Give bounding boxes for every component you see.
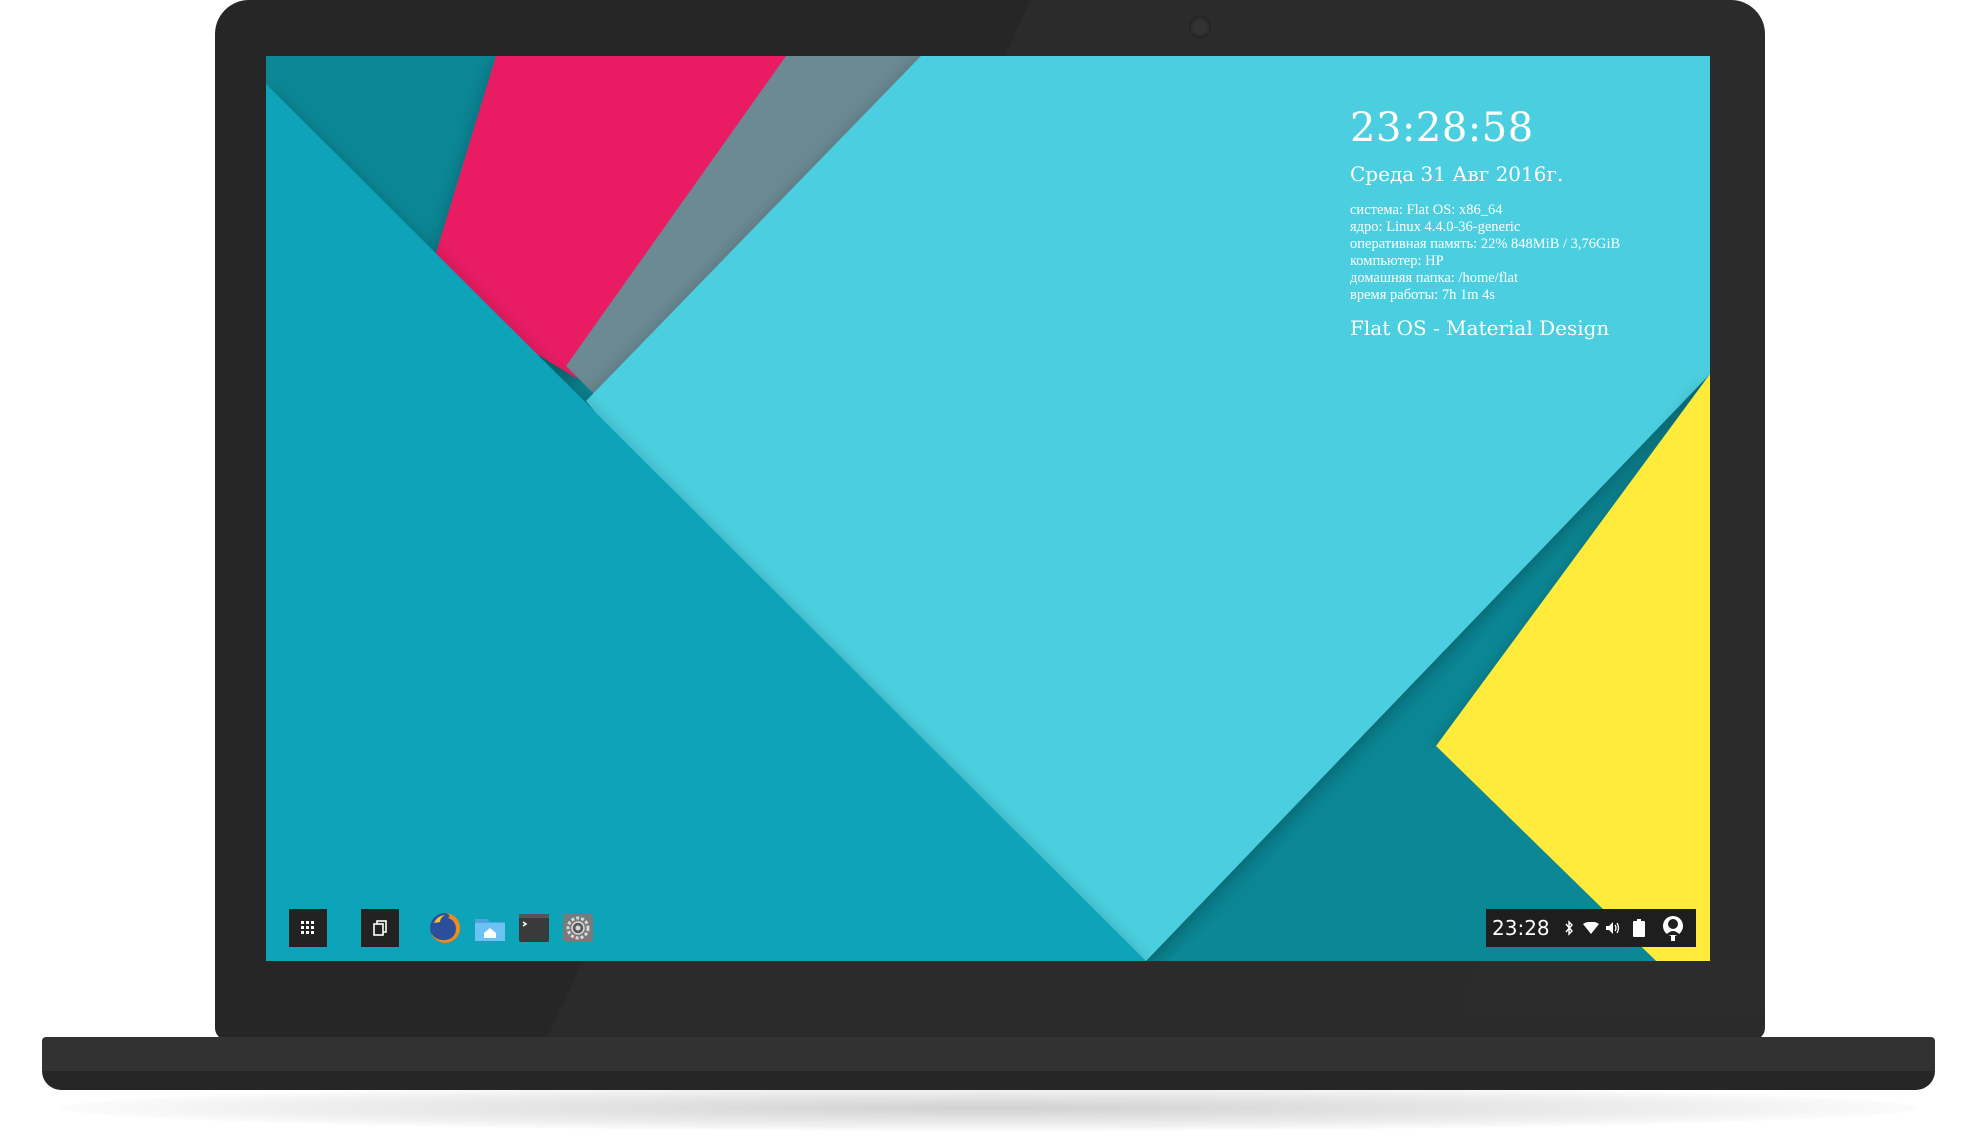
settings-icon xyxy=(563,914,593,942)
system-tray: 23:28 xyxy=(1486,909,1696,947)
settings-launcher[interactable] xyxy=(559,909,597,947)
desktop-clock: 23:28:58 xyxy=(1350,105,1534,151)
firefox-icon xyxy=(430,912,461,943)
app-grid-icon xyxy=(301,921,314,934)
sysinfo-line: оперативная память: 22% 848MiB / 3,76GiB xyxy=(1350,236,1621,252)
tray-clock[interactable]: 23:28 xyxy=(1492,916,1550,940)
system-info: система: Flat OS: x86_64 ядро: Linux 4.4… xyxy=(1350,202,1620,304)
laptop-base-bottom xyxy=(42,1071,1935,1090)
sysinfo-line: домашняя папка: /home/flat xyxy=(1350,270,1519,286)
sysinfo-line: система: Flat OS: x86_64 xyxy=(1350,202,1503,218)
desktop-tagline: Flat OS - Material Design xyxy=(1350,316,1610,340)
webcam xyxy=(1189,16,1211,38)
bluetooth-icon[interactable] xyxy=(1558,913,1580,943)
desktop-conky-widget: 23:28:58 Среда 31 Авг 2016г. система: Fl… xyxy=(1350,104,1620,340)
wifi-icon[interactable] xyxy=(1580,913,1602,943)
terminal-launcher[interactable] xyxy=(515,909,553,947)
firefox-launcher[interactable] xyxy=(426,909,464,947)
terminal-icon xyxy=(519,914,549,942)
volume-icon[interactable] xyxy=(1602,913,1624,943)
screen: 23:28:58 Среда 31 Авг 2016г. система: Fl… xyxy=(266,56,1710,961)
user-icon[interactable] xyxy=(1656,913,1690,943)
files-home-icon xyxy=(475,919,505,941)
sysinfo-line: ядро: Linux 4.4.0-36-generic xyxy=(1350,219,1521,235)
laptop-shadow xyxy=(60,1085,1920,1131)
sysinfo-line: время работы: 7h 1m 4s xyxy=(1350,287,1496,303)
hinge-notch xyxy=(1460,960,1765,1012)
windows-icon xyxy=(373,920,387,936)
files-launcher[interactable] xyxy=(471,909,509,947)
battery-icon[interactable] xyxy=(1624,913,1654,943)
show-windows-button[interactable] xyxy=(361,909,399,947)
laptop-base-top xyxy=(42,1037,1935,1071)
sysinfo-line: компьютер: HP xyxy=(1350,253,1444,269)
desktop-date: Среда 31 Авг 2016г. xyxy=(1350,162,1564,186)
app-menu-button[interactable] xyxy=(289,909,327,947)
